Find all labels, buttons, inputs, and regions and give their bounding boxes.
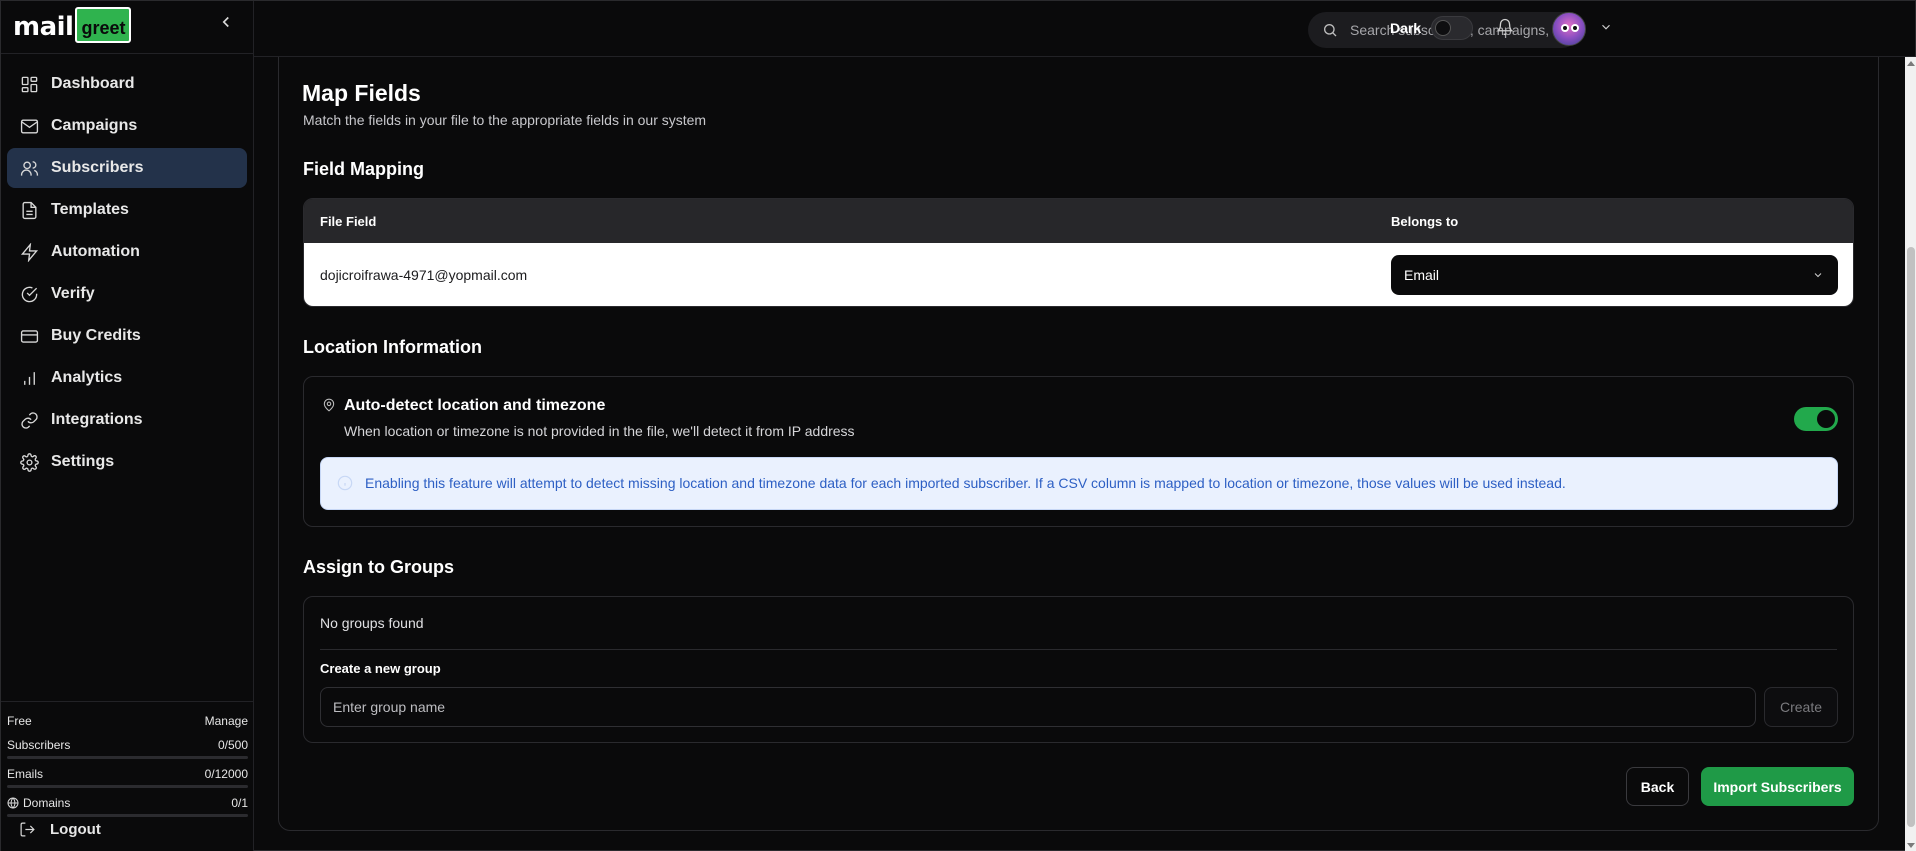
divider — [320, 649, 1837, 650]
emails-usage-bar — [7, 785, 248, 788]
sidebar-item-label: Buy Credits — [51, 327, 141, 344]
chevron-down-icon[interactable] — [1599, 20, 1613, 34]
table-row: dojicroifrawa-4971@yopmail.com Email — [304, 243, 1853, 306]
info-alert: Enabling this feature will attempt to de… — [320, 457, 1838, 510]
sidebar-item-label: Settings — [51, 453, 115, 470]
create-group-button[interactable]: Create — [1764, 687, 1838, 727]
chevron-down-icon — [1814, 273, 1822, 278]
scroll-up-arrow-icon[interactable] — [1907, 61, 1915, 66]
belongs-to-select[interactable]: Email — [1391, 255, 1838, 295]
sidebar-item-settings[interactable]: Settings — [7, 442, 247, 482]
sidebar: mail greet Dashboard Campaigns Subscribe… — [1, 1, 254, 851]
logo-text-mail: mail — [13, 12, 74, 42]
gear-icon — [19, 452, 39, 472]
scroll-thumb[interactable] — [1907, 247, 1915, 827]
file-field-value: dojicroifrawa-4971@yopmail.com — [320, 267, 528, 283]
bar-chart-icon — [19, 368, 39, 388]
no-groups-text: No groups found — [320, 615, 424, 631]
group-name-input[interactable] — [320, 687, 1756, 727]
groups-card: No groups found Create a new group Creat… — [303, 596, 1854, 743]
users-icon — [19, 158, 39, 178]
table-header: File Field Belongs to — [304, 199, 1853, 243]
sidebar-item-subscribers[interactable]: Subscribers — [7, 148, 247, 188]
domains-usage-label: Domains — [23, 796, 71, 810]
page-title: Map Fields — [302, 80, 421, 106]
create-group-label: Create a new group — [320, 661, 441, 676]
topbar — [254, 1, 1915, 57]
info-icon — [337, 475, 353, 491]
sidebar-item-automation[interactable]: Automation — [7, 232, 247, 272]
field-mapping-title: Field Mapping — [303, 159, 424, 179]
sidebar-nav: Dashboard Campaigns Subscribers Template… — [7, 64, 247, 484]
column-header-belongs-to: Belongs to — [1391, 213, 1459, 229]
location-information-title: Location Information — [303, 337, 482, 357]
sidebar-item-campaigns[interactable]: Campaigns — [7, 106, 247, 146]
auto-detect-title: Auto-detect location and timezone — [344, 397, 606, 414]
dark-mode-toggle[interactable] — [1431, 16, 1473, 40]
sidebar-item-label: Integrations — [51, 411, 143, 428]
emails-usage-label: Emails — [7, 767, 44, 781]
sidebar-item-label: Subscribers — [51, 159, 144, 176]
sidebar-item-label: Campaigns — [51, 117, 138, 134]
collapse-sidebar-chevron-icon[interactable] — [217, 13, 235, 31]
dashboard-icon — [19, 74, 39, 94]
avatar-eye — [1571, 24, 1579, 32]
sidebar-item-verify[interactable]: Verify — [7, 274, 247, 314]
domains-usage-value: 0/1 — [231, 796, 248, 810]
search-icon — [1324, 24, 1337, 37]
subscribers-usage-bar — [7, 756, 248, 759]
assign-groups-title: Assign to Groups — [303, 557, 455, 577]
subscribers-usage-value: 0/500 — [217, 738, 248, 752]
location-card: Auto-detect location and timezone When l… — [303, 376, 1854, 527]
column-header-file-field: File Field — [320, 213, 377, 229]
manage-plan-link[interactable]: Manage — [205, 714, 248, 728]
logout-button[interactable]: Logout — [19, 821, 101, 838]
logout-label: Logout — [50, 821, 101, 838]
check-circle-icon — [19, 284, 39, 304]
info-alert-text: Enabling this feature will attempt to de… — [365, 475, 1566, 491]
sidebar-item-analytics[interactable]: Analytics — [7, 358, 247, 398]
notifications-bell-icon[interactable] — [1496, 18, 1514, 36]
sidebar-item-buy-credits[interactable]: Buy Credits — [7, 316, 247, 356]
auto-detect-description: When location or timezone is not provide… — [344, 423, 855, 439]
sidebar-item-label: Templates — [51, 201, 129, 218]
avatar-eye — [1561, 24, 1569, 32]
sidebar-item-label: Dashboard — [51, 75, 135, 92]
credit-card-icon — [19, 326, 39, 346]
sidebar-item-integrations[interactable]: Integrations — [7, 400, 247, 440]
link-icon — [19, 410, 39, 430]
sidebar-item-label: Analytics — [51, 369, 123, 386]
subscribers-usage-label: Subscribers — [7, 738, 71, 752]
plan-name: Free — [7, 714, 32, 728]
lightning-icon — [19, 242, 39, 262]
page-scrollbar[interactable] — [1905, 57, 1916, 851]
sidebar-item-label: Verify — [51, 285, 95, 302]
import-subscribers-button[interactable]: Import Subscribers — [1701, 767, 1854, 806]
auto-detect-toggle[interactable] — [1794, 407, 1838, 431]
sidebar-item-label: Automation — [51, 243, 140, 260]
theme-label: Dark — [1390, 20, 1422, 36]
field-mapping-table: File Field Belongs to dojicroifrawa-4971… — [303, 198, 1854, 307]
logout-icon — [20, 822, 35, 837]
page-subtitle: Match the fields in your file to the app… — [303, 112, 707, 128]
toggle-knob — [1817, 410, 1835, 428]
domains-usage-bar — [7, 814, 248, 817]
plan-usage: Free Manage Subscribers 0/500 Emails 0/1… — [1, 701, 254, 825]
logo-badge-greet: greet — [75, 7, 132, 43]
map-pin-icon — [322, 397, 336, 413]
toggle-knob — [1435, 20, 1451, 36]
back-button[interactable]: Back — [1626, 767, 1689, 806]
user-avatar[interactable] — [1552, 12, 1586, 46]
globe-icon — [7, 797, 19, 809]
belongs-to-selected-value: Email — [1404, 267, 1440, 283]
scroll-down-arrow-icon[interactable] — [1907, 843, 1915, 848]
emails-usage-value: 0/12000 — [204, 767, 248, 781]
document-icon — [19, 200, 39, 220]
mail-icon — [19, 116, 39, 136]
sidebar-item-dashboard[interactable]: Dashboard — [7, 64, 247, 104]
sidebar-item-templates[interactable]: Templates — [7, 190, 247, 230]
sidebar-divider — [1, 53, 254, 54]
